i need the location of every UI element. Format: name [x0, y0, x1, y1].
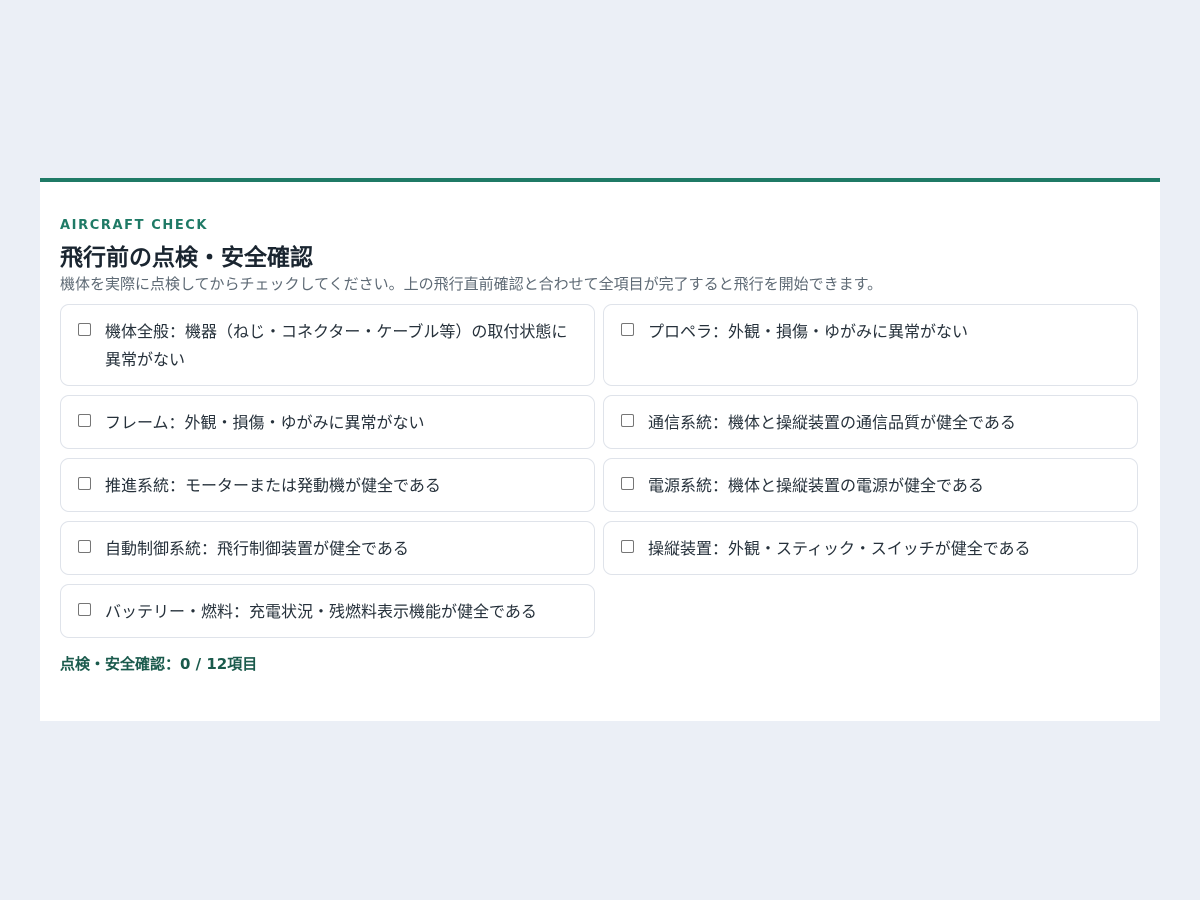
checklist-item-power[interactable]: 電源系統：機体と操縦装置の電源が健全である	[603, 458, 1138, 512]
checklist-item-controller[interactable]: 操縦装置：外観・スティック・スイッチが健全である	[603, 521, 1138, 575]
checklist-grid: 機体全般：機器（ねじ・コネクター・ケーブル等）の取付状態に異常がない プロペラ：…	[60, 304, 1138, 638]
checklist-item-propulsion[interactable]: 推進系統：モーターまたは発動機が健全である	[60, 458, 595, 512]
checklist-item-airframe[interactable]: 機体全般：機器（ねじ・コネクター・ケーブル等）の取付状態に異常がない	[60, 304, 595, 386]
section-title: 飛行前の点検・安全確認	[60, 245, 313, 271]
checklist-item-label: 自動制御系統：飛行制御装置が健全である	[105, 539, 409, 558]
checklist-item-label: バッテリー・燃料：充電状況・残燃料表示機能が健全である	[105, 602, 537, 621]
checklist-item-frame[interactable]: フレーム：外観・損傷・ゆがみに異常がない	[60, 395, 595, 449]
section-description: 機体を実際に点検してからチェックしてください。上の飛行直前確認と合わせて全項目が…	[60, 275, 883, 293]
checkbox[interactable]	[78, 603, 91, 616]
checklist-item-label: 通信系統：機体と操縦装置の通信品質が健全である	[648, 413, 1016, 432]
checklist-item-label: 機体全般：機器（ねじ・コネクター・ケーブル等）の取付状態に異常がない	[105, 322, 568, 369]
checklist-item-label: 推進系統：モーターまたは発動機が健全である	[105, 476, 441, 495]
checklist-item-communication[interactable]: 通信系統：機体と操縦装置の通信品質が健全である	[603, 395, 1138, 449]
checkbox[interactable]	[78, 540, 91, 553]
checklist-item-flight-control[interactable]: 自動制御系統：飛行制御装置が健全である	[60, 521, 595, 575]
aircraft-check-card: AIRCRAFT CHECK 飛行前の点検・安全確認 機体を実際に点検してからチ…	[40, 178, 1160, 721]
checkbox[interactable]	[78, 323, 91, 336]
checklist-item-battery-fuel[interactable]: バッテリー・燃料：充電状況・残燃料表示機能が健全である	[60, 584, 595, 638]
checklist-item-label: プロペラ：外観・損傷・ゆがみに異常がない	[648, 322, 969, 341]
section-eyebrow: AIRCRAFT CHECK	[60, 218, 209, 233]
checklist-item-propeller[interactable]: プロペラ：外観・損傷・ゆがみに異常がない	[603, 304, 1138, 386]
progress-summary: 点検・安全確認：0 / 12項目	[60, 655, 258, 673]
checkbox[interactable]	[621, 477, 634, 490]
checkbox[interactable]	[621, 414, 634, 427]
checklist-item-label: 操縦装置：外観・スティック・スイッチが健全である	[648, 539, 1031, 558]
checkbox[interactable]	[78, 414, 91, 427]
checkbox[interactable]	[621, 540, 634, 553]
checkbox[interactable]	[78, 477, 91, 490]
checklist-item-label: 電源系統：機体と操縦装置の電源が健全である	[648, 476, 984, 495]
checklist-item-label: フレーム：外観・損傷・ゆがみに異常がない	[105, 413, 425, 432]
checkbox[interactable]	[621, 323, 634, 336]
